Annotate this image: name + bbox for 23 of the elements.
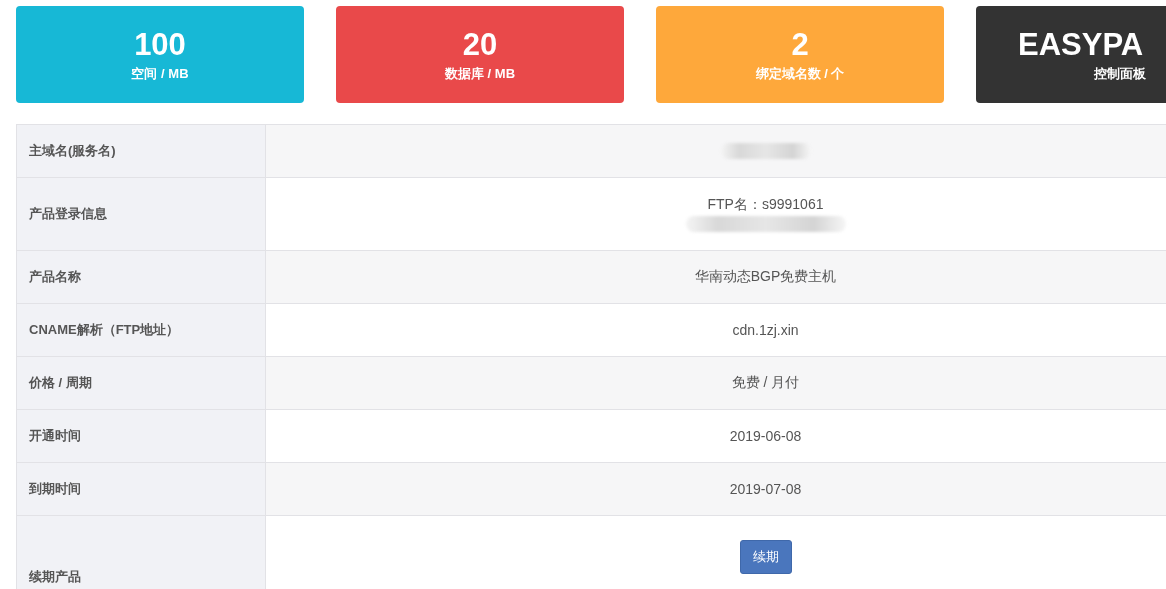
stat-value: EASYPA — [1018, 26, 1144, 63]
row-label: 产品名称 — [29, 268, 81, 286]
row-value: 2019-06-08 — [729, 428, 802, 444]
row-label: 到期时间 — [29, 480, 81, 498]
row-label: 产品登录信息 — [29, 205, 107, 223]
row-label: CNAME解析（FTP地址） — [29, 321, 180, 339]
row-value: FTP名：s9991061 — [707, 196, 824, 214]
stat-label: 绑定域名数 / 个 — [755, 64, 845, 83]
row-label: 开通时间 — [29, 427, 81, 445]
stat-label: 数据库 / MB — [444, 64, 516, 83]
stat-label: 空间 / MB — [131, 64, 189, 83]
row-value: 华南动态BGP免费主机 — [694, 268, 837, 286]
stat-value: 20 — [462, 26, 498, 63]
renew-button[interactable]: 续期 — [739, 540, 792, 574]
row-label: 续期产品 — [29, 568, 81, 586]
row-value: cdn.1zj.xin — [732, 322, 799, 338]
stat-value: 2 — [791, 26, 809, 63]
stat-label: 控制面板 — [1094, 64, 1146, 83]
row-value: 免费 / 月付 — [731, 374, 800, 392]
row-value: 2019-07-08 — [729, 481, 802, 497]
row-label: 主域名(服务名) — [29, 142, 116, 160]
stat-value: 100 — [134, 26, 186, 63]
row-label: 价格 / 周期 — [29, 374, 92, 392]
